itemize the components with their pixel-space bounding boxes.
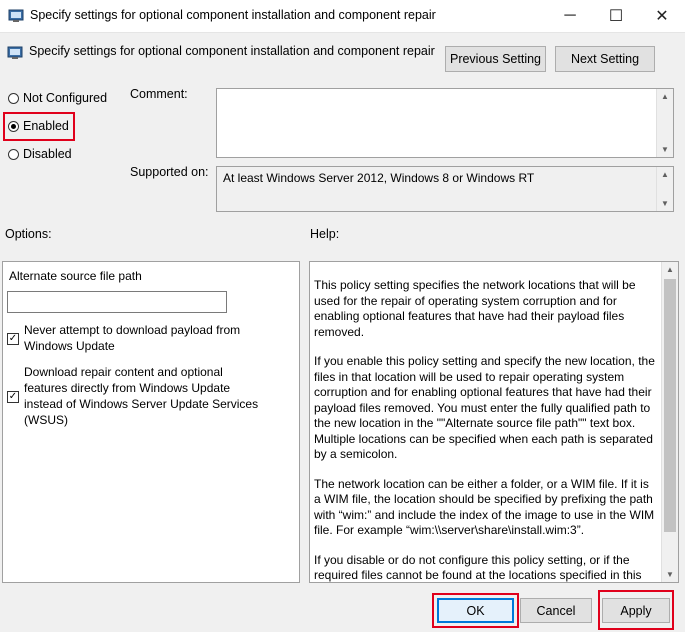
cancel-button[interactable]: Cancel	[520, 598, 592, 623]
scroll-thumb[interactable]	[664, 279, 676, 532]
never-download-checkbox[interactable]: ✓	[7, 333, 19, 345]
supported-label: Supported on:	[130, 165, 209, 179]
policy-icon	[8, 8, 24, 27]
radio-circle	[8, 120, 19, 132]
supported-box: At least Windows Server 2012, Windows 8 …	[216, 166, 674, 212]
scroll-up-icon[interactable]: ▲	[662, 265, 678, 274]
radio-enabled-label: Enabled	[23, 119, 69, 133]
radio-not-configured[interactable]: Not Configured	[8, 91, 107, 105]
setting-icon	[7, 45, 23, 64]
title-bar: Specify settings for optional component …	[0, 0, 685, 33]
help-paragraph: The network location can be either a fol…	[314, 476, 655, 538]
radio-circle	[8, 92, 19, 104]
alt-source-label: Alternate source file path	[9, 269, 142, 283]
download-repair-label: Download repair content and optional fea…	[24, 365, 259, 427]
radio-enabled[interactable]: Enabled	[8, 119, 69, 133]
comment-textarea[interactable]: ▲ ▼	[216, 88, 674, 158]
supported-value: At least Windows Server 2012, Windows 8 …	[223, 171, 535, 185]
help-panel: This policy setting specifies the networ…	[309, 261, 679, 583]
options-panel: Alternate source file path ✓ Never attem…	[2, 261, 300, 583]
help-label: Help:	[310, 227, 340, 241]
help-paragraph: If you enable this policy setting and sp…	[314, 354, 655, 461]
radio-disabled[interactable]: Disabled	[8, 147, 72, 161]
apply-button[interactable]: Apply	[602, 598, 670, 623]
scroll-down-icon[interactable]: ▼	[657, 145, 673, 154]
scroll-down-icon[interactable]: ▼	[662, 570, 678, 579]
options-label: Options:	[5, 227, 52, 241]
minimize-button[interactable]: ─	[547, 0, 593, 32]
help-scrollbar[interactable]: ▲ ▼	[661, 262, 678, 582]
close-button[interactable]: ✕	[639, 0, 685, 32]
download-repair-checkbox[interactable]: ✓	[7, 391, 19, 403]
help-paragraph: If you disable or do not configure this …	[314, 552, 642, 583]
maximize-button[interactable]: ☐	[593, 0, 639, 32]
radio-disabled-label: Disabled	[23, 147, 72, 161]
scroll-down-icon[interactable]: ▼	[657, 199, 673, 208]
radio-circle	[8, 148, 19, 160]
previous-setting-button[interactable]: Previous Setting	[445, 46, 546, 72]
supported-scrollbar[interactable]: ▲ ▼	[656, 167, 673, 211]
comment-label: Comment:	[130, 87, 188, 101]
next-setting-button[interactable]: Next Setting	[555, 46, 655, 72]
radio-not-configured-label: Not Configured	[23, 91, 108, 105]
scroll-up-icon[interactable]: ▲	[657, 170, 673, 179]
never-download-label: Never attempt to download payload from W…	[24, 323, 241, 353]
window-title: Specify settings for optional component …	[30, 8, 436, 22]
help-text: This policy setting specifies the networ…	[314, 278, 658, 583]
help-paragraph: This policy setting specifies the networ…	[314, 278, 636, 339]
scroll-up-icon[interactable]: ▲	[657, 92, 673, 101]
setting-title: Specify settings for optional component …	[29, 44, 435, 58]
alt-source-input[interactable]	[7, 291, 227, 313]
comment-scrollbar[interactable]: ▲ ▼	[656, 89, 673, 157]
ok-button[interactable]: OK	[437, 598, 514, 623]
